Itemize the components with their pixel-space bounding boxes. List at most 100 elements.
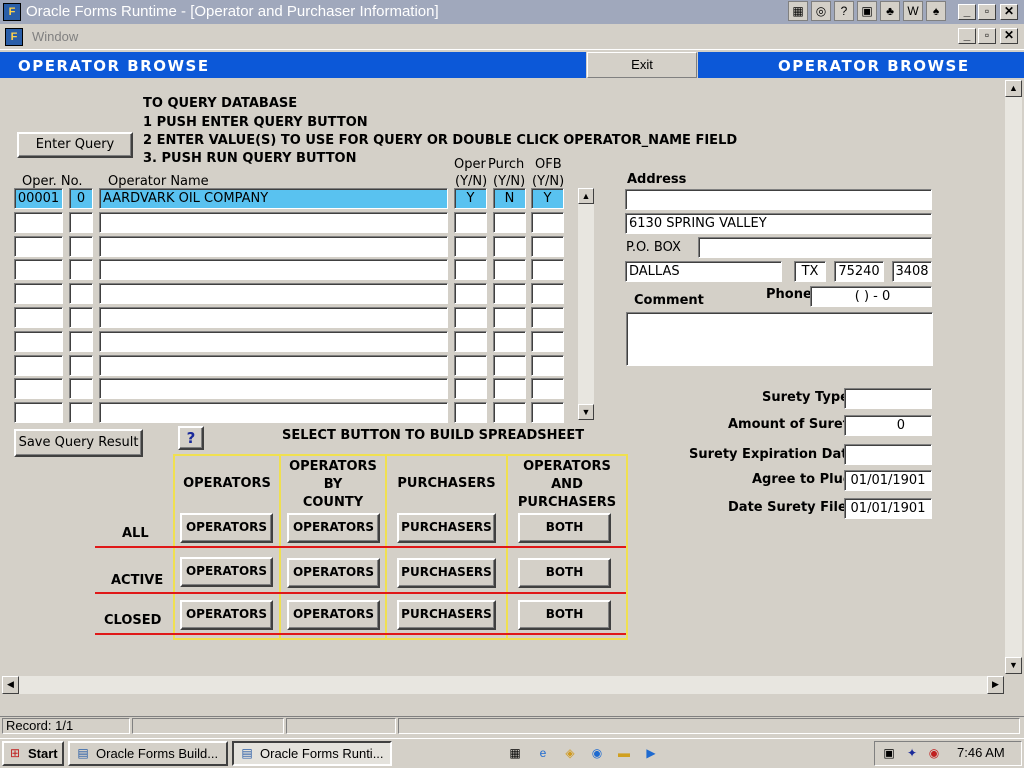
oper-no-field[interactable]: [14, 378, 63, 399]
active-purchasers-button[interactable]: PURCHASERS: [397, 558, 496, 588]
oper-sub-field[interactable]: [69, 402, 93, 423]
oper-yn-field[interactable]: [454, 402, 487, 423]
ofb-yn-field[interactable]: [531, 236, 564, 257]
closed-operators-by-county-button[interactable]: OPERATORS: [287, 600, 380, 630]
oper-no-field[interactable]: [14, 259, 63, 280]
ofb-yn-field[interactable]: [531, 307, 564, 328]
comment-field[interactable]: [626, 312, 933, 366]
exit-button[interactable]: Exit: [587, 52, 697, 78]
purch-yn-field[interactable]: [493, 355, 526, 376]
tray-network-icon[interactable]: ▣: [880, 744, 898, 762]
quicklaunch-icon-3[interactable]: ◈: [561, 744, 579, 762]
taskbar-oracle-forms-runtime[interactable]: Oracle Forms Runti...: [232, 741, 392, 766]
menu-window[interactable]: Window: [32, 29, 78, 44]
media-player-icon[interactable]: ▶: [642, 744, 660, 762]
quicklaunch-icon-1[interactable]: ▦: [506, 744, 524, 762]
child-close-icon[interactable]: ✕: [1000, 28, 1018, 44]
toolbar-icon-5[interactable]: ♣: [880, 1, 900, 21]
oper-yn-field[interactable]: Y: [454, 188, 487, 209]
address-line1-field[interactable]: [625, 189, 932, 210]
all-both-button[interactable]: BOTH: [518, 513, 611, 543]
toolbar-icon-4[interactable]: ▣: [857, 1, 877, 21]
quicklaunch-icon-4[interactable]: ◉: [588, 744, 606, 762]
operator-name-field[interactable]: AARDVARK OIL COMPANY: [99, 188, 448, 209]
zip-field[interactable]: 75240: [834, 261, 884, 282]
oper-sub-field[interactable]: [69, 307, 93, 328]
restore-icon[interactable]: ▫: [978, 4, 996, 20]
city-field[interactable]: DALLAS: [625, 261, 782, 282]
oper-yn-field[interactable]: [454, 307, 487, 328]
oper-yn-field[interactable]: [454, 259, 487, 280]
window-vertical-scrollbar[interactable]: [1005, 80, 1022, 674]
window-menu-icon[interactable]: F: [5, 28, 23, 46]
table-scrollbar[interactable]: [578, 188, 594, 420]
internet-explorer-icon[interactable]: e: [534, 744, 552, 762]
help-icon[interactable]: ?: [178, 426, 204, 450]
ofb-yn-field[interactable]: [531, 355, 564, 376]
closed-purchasers-button[interactable]: PURCHASERS: [397, 600, 496, 630]
ofb-yn-field[interactable]: [531, 402, 564, 423]
oper-no-field[interactable]: [14, 212, 63, 233]
taskbar-oracle-forms-builder[interactable]: Oracle Forms Build...: [68, 741, 228, 766]
ofb-yn-field[interactable]: [531, 212, 564, 233]
purch-yn-field[interactable]: [493, 378, 526, 399]
toolbar-icon-2[interactable]: ◎: [811, 1, 831, 21]
operator-name-field[interactable]: [99, 259, 448, 280]
window-horizontal-scrollbar[interactable]: [2, 676, 1004, 694]
operator-name-field[interactable]: [99, 212, 448, 233]
oper-no-field[interactable]: [14, 283, 63, 304]
oper-sub-field[interactable]: [69, 259, 93, 280]
ofb-yn-field[interactable]: Y: [531, 188, 564, 209]
window-scroll-right-icon[interactable]: ▶: [987, 676, 1004, 694]
table-scroll-down-icon[interactable]: ▼: [578, 404, 594, 420]
amount-surety-field[interactable]: 0: [844, 415, 932, 436]
table-scroll-up-icon[interactable]: ▲: [578, 188, 594, 204]
operator-name-field[interactable]: [99, 283, 448, 304]
operator-name-field[interactable]: [99, 355, 448, 376]
save-query-result-button[interactable]: Save Query Result: [14, 429, 143, 457]
oper-yn-field[interactable]: [454, 212, 487, 233]
oper-yn-field[interactable]: [454, 236, 487, 257]
purch-yn-field[interactable]: [493, 331, 526, 352]
minimize-icon[interactable]: _: [958, 4, 976, 20]
child-minimize-icon[interactable]: _: [958, 28, 976, 44]
purch-yn-field[interactable]: [493, 236, 526, 257]
oper-sub-field[interactable]: [69, 355, 93, 376]
ofb-yn-field[interactable]: [531, 283, 564, 304]
close-icon[interactable]: ✕: [1000, 4, 1018, 20]
oper-sub-field[interactable]: [69, 236, 93, 257]
window-scroll-up-icon[interactable]: ▲: [1005, 80, 1022, 97]
oper-no-field[interactable]: [14, 307, 63, 328]
ofb-yn-field[interactable]: [531, 331, 564, 352]
purch-yn-field[interactable]: [493, 259, 526, 280]
pobox-field[interactable]: [698, 237, 932, 258]
operator-name-field[interactable]: [99, 331, 448, 352]
oper-yn-field[interactable]: [454, 283, 487, 304]
surety-type-field[interactable]: [844, 388, 932, 409]
enter-query-button[interactable]: Enter Query: [17, 132, 133, 158]
ofb-yn-field[interactable]: [531, 378, 564, 399]
date-surety-filed-field[interactable]: 01/01/1901: [844, 498, 932, 519]
purch-yn-field[interactable]: [493, 402, 526, 423]
all-operators-by-county-button[interactable]: OPERATORS: [287, 513, 380, 543]
oper-sub-field[interactable]: [69, 212, 93, 233]
oper-sub-field[interactable]: [69, 283, 93, 304]
oper-sub-field[interactable]: [69, 378, 93, 399]
address-line2-field[interactable]: 6130 SPRING VALLEY: [625, 213, 932, 234]
purch-yn-field[interactable]: [493, 283, 526, 304]
closed-operators-button[interactable]: OPERATORS: [180, 600, 273, 630]
active-both-button[interactable]: BOTH: [518, 558, 611, 588]
purch-yn-field[interactable]: N: [493, 188, 526, 209]
oper-no-field[interactable]: [14, 402, 63, 423]
closed-both-button[interactable]: BOTH: [518, 600, 611, 630]
active-operators-button[interactable]: OPERATORS: [180, 557, 273, 587]
all-operators-button[interactable]: OPERATORS: [180, 513, 273, 543]
surety-expiration-field[interactable]: [844, 444, 932, 465]
all-purchasers-button[interactable]: PURCHASERS: [397, 513, 496, 543]
oracle-forms-icon[interactable]: F: [3, 3, 21, 21]
oper-yn-field[interactable]: [454, 355, 487, 376]
oper-no-field[interactable]: [14, 355, 63, 376]
child-restore-icon[interactable]: ▫: [978, 28, 996, 44]
tray-monitor-icon[interactable]: ✦: [903, 744, 921, 762]
operator-name-field[interactable]: [99, 307, 448, 328]
